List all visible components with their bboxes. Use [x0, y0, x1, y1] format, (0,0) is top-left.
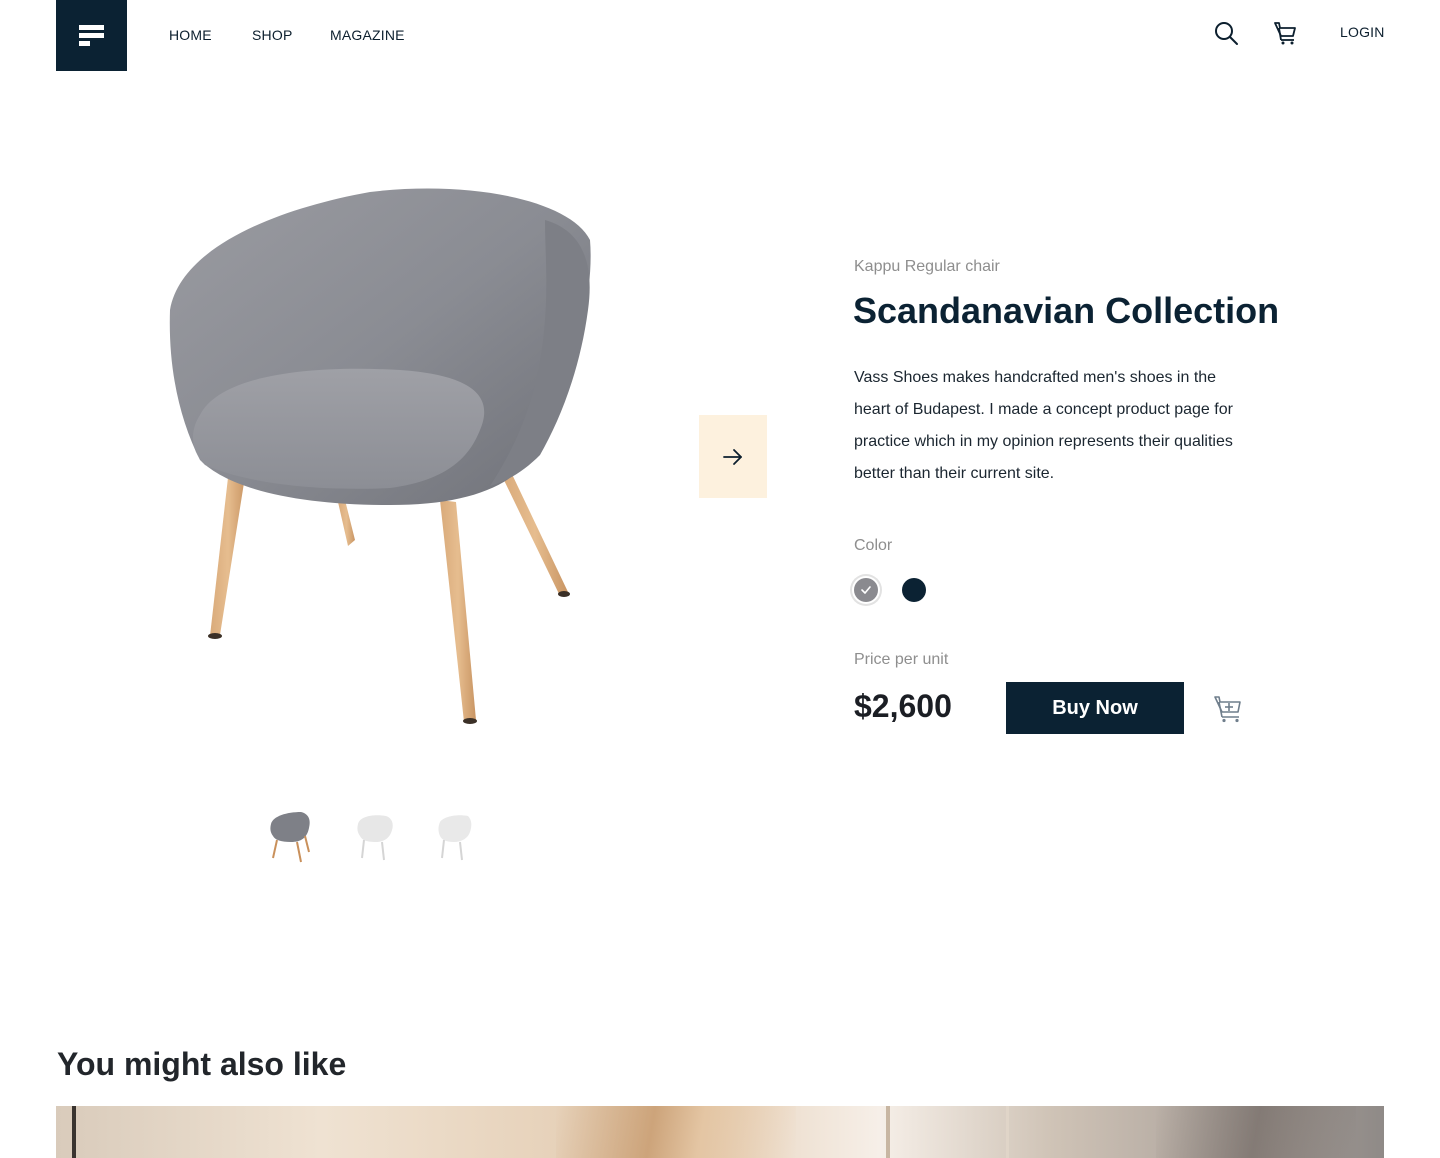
product-image — [169, 188, 591, 724]
product-title: Scandanavian Collection — [853, 290, 1280, 331]
nav-home[interactable]: HOME — [169, 27, 212, 43]
login-link[interactable]: LOGIN — [1340, 24, 1385, 40]
product-price: $2,600 — [854, 688, 952, 724]
nav-shop[interactable]: SHOP — [252, 27, 292, 43]
cart-icon[interactable] — [1273, 20, 1299, 46]
color-swatch-grey[interactable] — [854, 578, 878, 602]
add-to-cart-icon[interactable] — [1212, 692, 1244, 724]
nav-magazine[interactable]: MAGAZINE — [330, 27, 405, 43]
color-swatch-navy[interactable] — [902, 578, 926, 602]
thumbnail-grey[interactable] — [265, 806, 315, 868]
color-label: Color — [854, 537, 893, 554]
product-subtitle: Kappu Regular chair — [854, 258, 1000, 275]
buy-now-button[interactable]: Buy Now — [1006, 682, 1184, 734]
logo[interactable] — [56, 0, 127, 71]
related-banner-image[interactable] — [56, 1106, 1384, 1158]
check-icon — [861, 586, 871, 594]
search-icon[interactable] — [1213, 20, 1239, 46]
price-label: Price per unit — [854, 651, 949, 668]
thumbnail-white-1[interactable] — [350, 806, 400, 868]
next-image-button[interactable] — [699, 415, 767, 498]
related-section-title: You might also like — [57, 1046, 347, 1082]
arrow-right-icon — [723, 448, 742, 465]
thumbnail-white-2[interactable] — [430, 806, 480, 868]
product-description: Vass Shoes makes handcrafted men's shoes… — [854, 369, 1233, 482]
